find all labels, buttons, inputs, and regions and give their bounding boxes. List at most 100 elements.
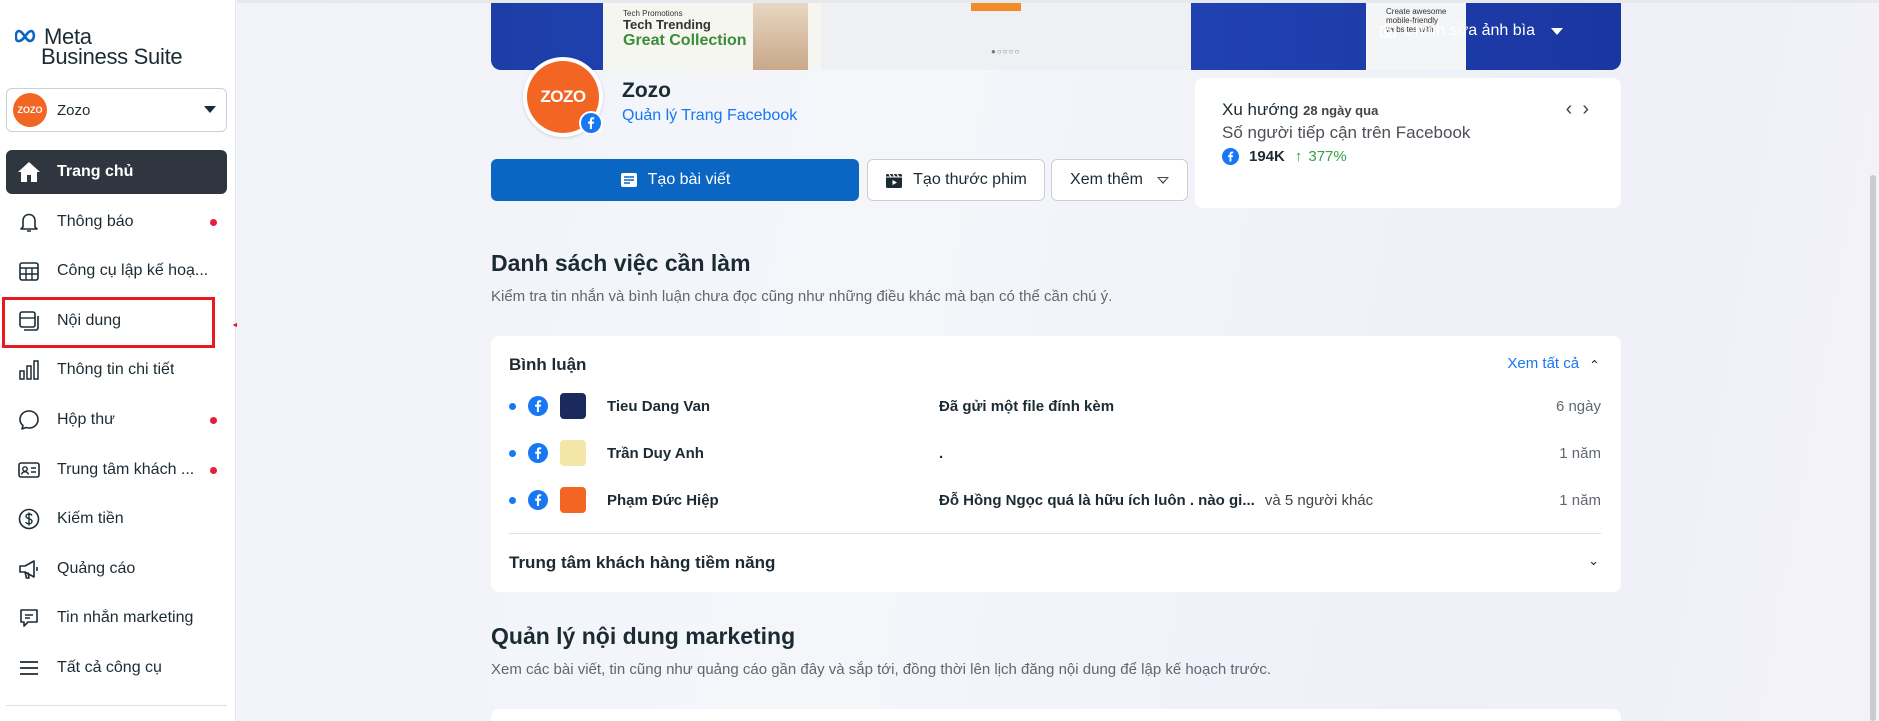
marketing-title: Quản lý nội dung marketing: [491, 623, 796, 649]
todo-description: Kiểm tra tin nhắn và bình luận chưa đọc …: [491, 288, 1113, 305]
facebook-icon: [528, 396, 548, 416]
sidebar-item-label: Trang chủ: [57, 163, 134, 180]
comment-time: 1 năm: [1559, 491, 1601, 509]
create-post-label: Tạo bài viết: [647, 171, 731, 188]
scrollbar-thumb[interactable]: [1870, 175, 1876, 721]
see-all-link[interactable]: Xem tất cả ⌄: [1507, 355, 1600, 372]
sidebar-item-label: Tất cả công cụ: [57, 658, 162, 676]
sidebar-item-monetization[interactable]: Kiếm tiền: [6, 497, 227, 541]
comment-message: Đỗ Hồng Ngọc quá là hữu ích luôn . nào g…: [939, 492, 1373, 509]
chat-bubble-icon: [16, 407, 42, 433]
comment-author: Phạm Đức Hiệp: [607, 491, 719, 509]
home-icon: [16, 159, 42, 185]
facebook-icon: [579, 111, 603, 135]
cover-label: Tech Trending: [623, 17, 711, 32]
manage-page-link[interactable]: Quản lý Trang Facebook: [622, 107, 797, 125]
comment-row[interactable]: Tieu Dang Van Đã gửi một file đính kèm 6…: [509, 390, 1601, 422]
main-content: Tech Promotions Tech Trending Great Coll…: [237, 0, 1879, 721]
sidebar-item-notifications[interactable]: Thông báo: [6, 200, 227, 244]
edit-cover-label: Chỉnh sửa ảnh bìa: [1403, 22, 1535, 39]
trend-stat: 194K ↑ 377%: [1222, 148, 1347, 165]
trend-title: Xu hướng 28 ngày qua: [1222, 100, 1378, 120]
comment-author: Trần Duy Anh: [607, 444, 704, 462]
create-reel-button[interactable]: Tạo thước phim: [867, 159, 1045, 201]
message-marketing-icon: [16, 605, 42, 631]
todo-card: Bình luận Xem tất cả ⌄ Tieu Dang Van Đã …: [491, 336, 1621, 592]
dollar-icon: [16, 506, 42, 532]
caret-down-icon: [204, 106, 216, 113]
comment-thumbnail: [560, 393, 586, 419]
comment-row[interactable]: Phạm Đức Hiệp Đỗ Hồng Ngọc quá là hữu íc…: [509, 484, 1601, 516]
facebook-icon: [528, 490, 548, 510]
contact-card-icon: [16, 457, 42, 483]
facebook-icon: [1222, 148, 1239, 165]
chevron-left-icon[interactable]: ‹: [1566, 99, 1573, 119]
sidebar-item-label: Thông tin chi tiết: [57, 361, 175, 379]
trend-period: 28 ngày qua: [1303, 103, 1379, 118]
see-more-button[interactable]: Xem thêm: [1051, 159, 1188, 201]
cover-model-image: [753, 3, 808, 70]
leads-center-title[interactable]: Trung tâm khách hàng tiềm năng: [509, 553, 775, 573]
sidebar-item-label: Hộp thư: [57, 410, 115, 428]
create-post-button[interactable]: Tạo bài viết: [491, 159, 859, 201]
create-reel-label: Tạo thước phim: [913, 171, 1027, 188]
cover-carousel-dots: ●○○○○: [991, 47, 1021, 56]
sidebar-item-label: Thông báo: [57, 212, 134, 230]
trend-value: 194K: [1249, 148, 1285, 165]
cover-screen-card: ●○○○○: [821, 3, 1191, 70]
chevron-up-icon[interactable]: ⌄: [1589, 356, 1600, 372]
see-all-label: Xem tất cả: [1507, 355, 1580, 372]
calendar-icon: [16, 258, 42, 284]
unread-dot: [509, 402, 516, 410]
comment-message: Đã gửi một file đính kèm: [939, 397, 1115, 415]
see-more-label: Xem thêm: [1070, 171, 1143, 188]
comment-message-text: Đỗ Hồng Ngọc quá là hữu ích luôn . nào g…: [939, 491, 1255, 509]
meta-business-suite-logo[interactable]: Meta Business Suite: [12, 24, 212, 69]
facebook-icon: [528, 443, 548, 463]
cover-orange-bar: [971, 3, 1021, 11]
comment-author: Tieu Dang Van: [607, 397, 711, 415]
trend-nav: ‹ ›: [1566, 99, 1589, 119]
sidebar-item-planner[interactable]: Công cụ lập kế hoạ...: [6, 249, 227, 293]
todo-title: Danh sách việc cần làm: [491, 250, 751, 276]
chevron-right-icon[interactable]: ›: [1582, 99, 1589, 119]
meta-infinity-icon: [14, 24, 41, 50]
card-divider: [509, 533, 1601, 534]
comment-time: 1 năm: [1559, 444, 1601, 462]
sidebar-item-inbox[interactable]: Hộp thư: [6, 398, 227, 442]
arrow-up-icon: ↑: [1294, 148, 1303, 165]
camera-icon: [1380, 24, 1397, 38]
brand-suite: Business Suite: [41, 44, 183, 69]
sidebar-item-ads[interactable]: Quảng cáo: [6, 547, 227, 591]
sidebar-item-leads-center[interactable]: Trung tâm khách ...: [6, 448, 227, 492]
sidebar-item-label: Trung tâm khách ...: [57, 460, 195, 478]
sidebar-item-home[interactable]: Trang chủ: [6, 150, 227, 194]
sidebar: Meta Business Suite ZOZO Zozo Trang chủ …: [0, 0, 236, 721]
chevron-down-icon[interactable]: ⌄: [1588, 553, 1599, 569]
scrollbar[interactable]: [1867, 175, 1879, 721]
unread-dot: [509, 496, 516, 504]
notification-dot: [210, 416, 217, 424]
comment-thumbnail: [560, 440, 586, 466]
sidebar-divider: [6, 705, 227, 706]
cover-promo-card: Tech Promotions Tech Trending Great Coll…: [603, 3, 821, 70]
edit-cover-button[interactable]: Chỉnh sửa ảnh bìa: [1379, 22, 1563, 40]
sidebar-item-label: Kiếm tiền: [57, 510, 124, 528]
page-avatar[interactable]: ZOZO: [523, 57, 603, 137]
sidebar-item-insights[interactable]: Thông tin chi tiết: [6, 348, 227, 392]
cover-photo: Tech Promotions Tech Trending Great Coll…: [491, 3, 1621, 70]
sidebar-item-all-tools[interactable]: Tất cả công cụ: [6, 646, 227, 690]
unread-dot: [509, 449, 516, 457]
caret-down-icon: [1156, 176, 1169, 184]
megaphone-icon: [16, 556, 42, 582]
trend-change: 377%: [1308, 148, 1347, 165]
reel-icon: [886, 173, 903, 188]
post-icon: [620, 173, 637, 187]
comments-title: Bình luận: [509, 355, 587, 374]
account-name: Zozo: [57, 101, 91, 119]
page-name: Zozo: [622, 79, 671, 102]
account-switcher[interactable]: ZOZO Zozo: [6, 88, 227, 132]
comment-row[interactable]: Trần Duy Anh . 1 năm: [509, 437, 1601, 469]
sidebar-item-marketing-messages[interactable]: Tin nhắn marketing: [6, 596, 227, 640]
comment-time: 6 ngày: [1555, 397, 1601, 415]
